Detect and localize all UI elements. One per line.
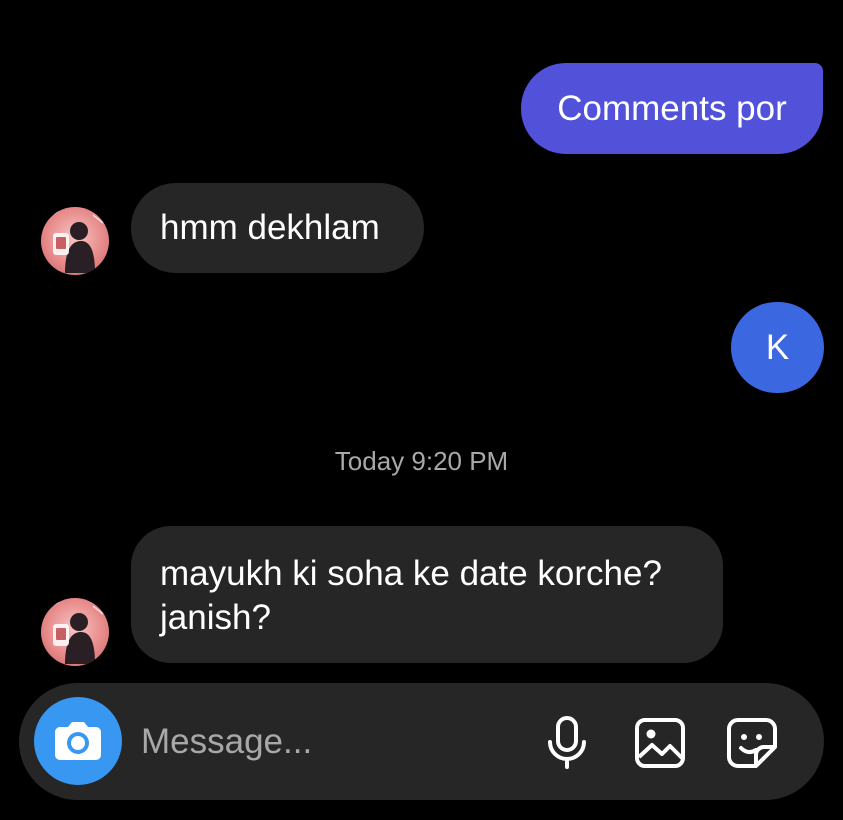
chat-screen: Comments por hmm dekhlam K Today 9:20 PM… xyxy=(0,0,843,820)
camera-icon xyxy=(55,722,101,760)
message-composer xyxy=(19,683,824,800)
sticker-icon xyxy=(727,718,777,768)
microphone-icon xyxy=(548,716,586,769)
image-icon xyxy=(635,718,685,768)
message-text: K xyxy=(765,327,790,367)
outgoing-message-bubble[interactable]: Comments por xyxy=(521,63,823,154)
contact-avatar[interactable] xyxy=(41,598,109,666)
gallery-button[interactable] xyxy=(632,715,688,771)
avatar-illustration-icon xyxy=(46,210,104,273)
message-timestamp: Today 9:20 PM xyxy=(334,446,509,476)
sticker-button[interactable] xyxy=(724,715,780,771)
message-text-line: mayukh ki soha ke date korche? xyxy=(160,554,662,593)
message-text-line: janish? xyxy=(160,598,271,637)
avatar-illustration-icon xyxy=(46,601,104,664)
message-text: Comments por xyxy=(557,88,787,128)
incoming-message-bubble[interactable]: mayukh ki soha ke date korche? janish? xyxy=(131,526,723,663)
message-text: hmm dekhlam xyxy=(160,208,380,247)
incoming-message-bubble[interactable]: hmm dekhlam xyxy=(131,183,424,273)
outgoing-message-bubble[interactable]: K xyxy=(731,302,824,393)
message-input[interactable] xyxy=(141,719,521,765)
camera-button[interactable] xyxy=(34,697,122,785)
microphone-button[interactable] xyxy=(539,715,595,771)
contact-avatar[interactable] xyxy=(41,207,109,275)
